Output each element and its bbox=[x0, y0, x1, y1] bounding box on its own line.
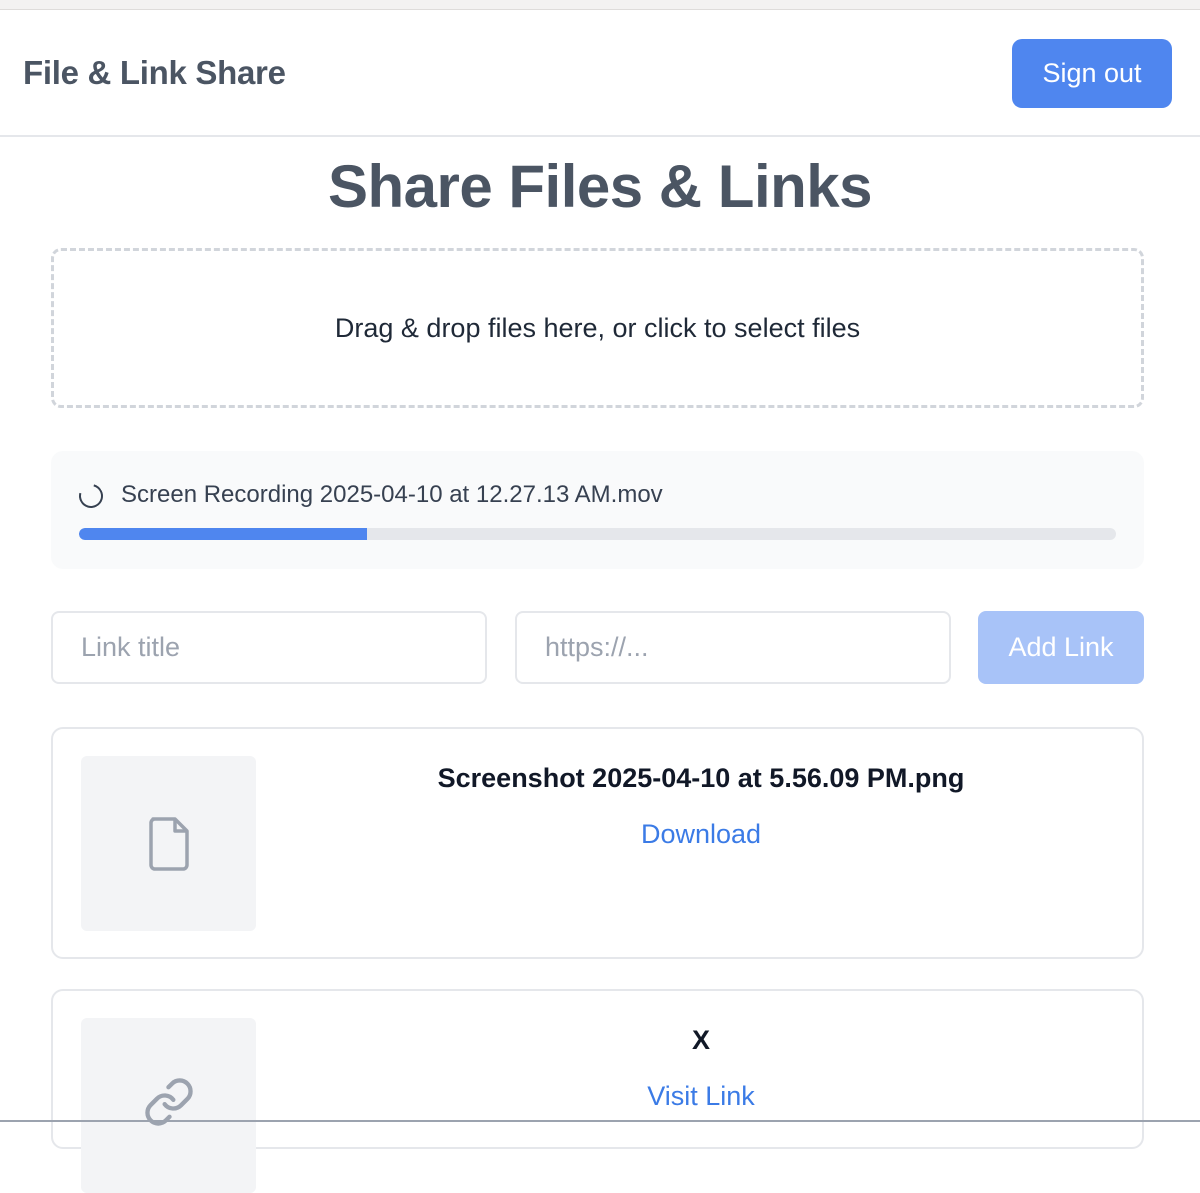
file-thumbnail bbox=[81, 756, 256, 931]
file-card: Screenshot 2025-04-10 at 5.56.09 PM.png … bbox=[51, 727, 1144, 959]
upload-progress-card: Screen Recording 2025-04-10 at 12.27.13 … bbox=[51, 451, 1144, 569]
sign-out-button[interactable]: Sign out bbox=[1012, 39, 1172, 108]
visit-link[interactable]: Visit Link bbox=[256, 1081, 1146, 1112]
page-title: Share Files & Links bbox=[327, 153, 873, 220]
link-thumbnail bbox=[81, 1018, 256, 1193]
progress-bar-fill bbox=[79, 528, 368, 540]
app-brand: File & Link Share bbox=[23, 54, 286, 91]
link-url-input[interactable] bbox=[515, 611, 951, 684]
browser-top-strip bbox=[0, 0, 1200, 10]
upload-file-name: Screen Recording 2025-04-10 at 12.27.13 … bbox=[121, 481, 663, 508]
progress-bar bbox=[79, 528, 1116, 540]
download-link[interactable]: Download bbox=[256, 819, 1146, 850]
file-name: Screenshot 2025-04-10 at 5.56.09 PM.png bbox=[437, 763, 965, 793]
file-icon bbox=[148, 816, 189, 871]
link-title-input[interactable] bbox=[51, 611, 487, 684]
file-dropzone[interactable]: Drag & drop files here, or click to sele… bbox=[51, 248, 1144, 408]
add-link-button[interactable]: Add Link bbox=[978, 611, 1144, 684]
link-title: X bbox=[691, 1025, 710, 1055]
navbar: File & Link Share Sign out bbox=[0, 10, 1200, 137]
spinner-icon bbox=[74, 479, 108, 513]
dropzone-text: Drag & drop files here, or click to sele… bbox=[334, 312, 861, 343]
link-card: X Visit Link bbox=[51, 989, 1146, 1193]
